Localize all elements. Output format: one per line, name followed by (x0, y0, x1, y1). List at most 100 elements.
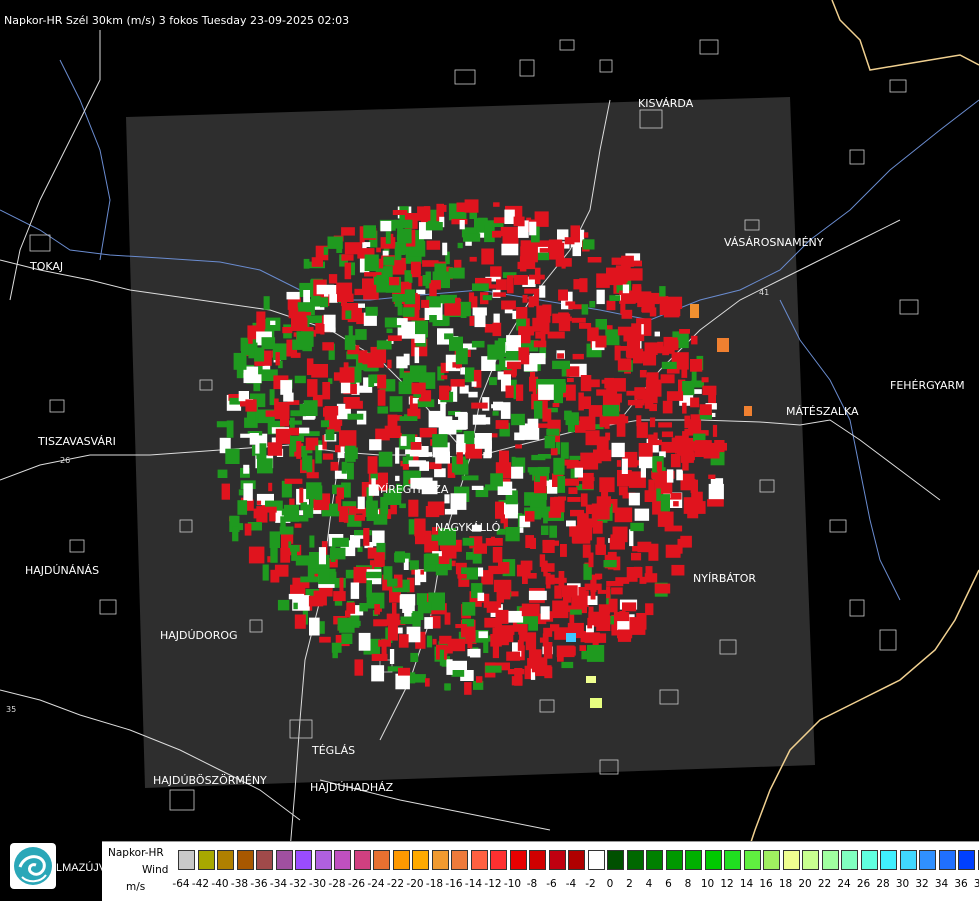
radar-echo (245, 399, 256, 411)
radar-echo (702, 377, 709, 382)
radar-echo (270, 531, 281, 548)
radar-echo (529, 591, 547, 600)
radar-echo (392, 603, 397, 616)
radar-echo (691, 414, 700, 422)
town-label: VÁSÁROSNAMÉNY (724, 236, 824, 249)
legend-tick-label: 8 (678, 878, 698, 890)
radar-echo (341, 633, 352, 644)
radar-echo (501, 301, 516, 310)
radar-echo (434, 264, 446, 278)
legend-tick-label: 10 (698, 878, 718, 890)
legend-tick-label: 20 (795, 878, 815, 890)
radar-echo (358, 350, 367, 363)
radar-echo (580, 645, 587, 651)
radar-echo (622, 310, 633, 319)
radar-echo (630, 523, 644, 531)
radar-echo (542, 409, 551, 422)
radar-echo (627, 342, 633, 359)
radar-echo (363, 225, 376, 238)
radar-echo (306, 482, 321, 499)
radar-echo (451, 493, 467, 510)
radar-echo (530, 353, 546, 364)
radar-echo (483, 295, 492, 300)
radar-echo (563, 589, 571, 603)
radar-echo (364, 242, 370, 247)
radar-echo (666, 545, 681, 558)
radar-echo (690, 359, 702, 372)
radar-echo (708, 475, 715, 479)
radar-echo (588, 257, 602, 263)
radar-echo (374, 604, 380, 614)
legend-tick-label: 26 (854, 878, 874, 890)
radar-echo (552, 601, 568, 619)
radar-echo (589, 607, 594, 615)
radar-echo (589, 405, 602, 417)
radar-echo (619, 486, 628, 495)
radar-echo (427, 241, 441, 250)
radar-echo (468, 392, 477, 398)
radar-echo (390, 649, 394, 664)
radar-echo (432, 434, 447, 447)
radar-echo (311, 364, 328, 378)
radar-echo (525, 511, 535, 521)
radar-echo (587, 645, 604, 662)
radar-echo (501, 227, 519, 232)
legend-tick-label: 24 (834, 878, 854, 890)
radar-echo (535, 332, 541, 339)
radar-echo (351, 583, 359, 599)
radar-echo (522, 604, 540, 617)
radar-echo (471, 403, 488, 409)
radar-echo (630, 617, 646, 635)
legend-tick-label: 6 (659, 878, 679, 890)
radar-echo (543, 628, 552, 637)
radar-echo (612, 443, 625, 457)
radar-echo (324, 287, 328, 297)
radar-echo (440, 205, 446, 212)
radar-echo (529, 222, 536, 236)
radar-echo (373, 619, 387, 626)
radar-echo (293, 603, 297, 610)
radar-echo (411, 442, 422, 450)
radar-echo (578, 587, 585, 600)
radar-echo (657, 342, 663, 354)
legend-swatch (685, 850, 702, 870)
legend-tick-label: 38 (971, 878, 979, 890)
radar-echo (426, 553, 439, 564)
radar-echo (530, 538, 536, 549)
radar-echo (604, 560, 617, 567)
radar-echo (440, 650, 444, 666)
town-label: HAJDÚBÖSZÖRMÉNY (153, 774, 267, 787)
radar-echo (615, 508, 633, 523)
legend-swatch (763, 850, 780, 870)
radar-echo (365, 255, 379, 272)
radar-echo (667, 391, 683, 401)
radar-echo (415, 570, 421, 586)
legend-swatch (315, 850, 332, 870)
radar-echo (333, 591, 346, 601)
radar-echo (320, 324, 324, 335)
radar-echo (579, 278, 587, 292)
legend-tick-label: -2 (581, 878, 601, 890)
radar-echo (582, 473, 594, 489)
radar-echo (514, 433, 524, 441)
radar-echo (507, 275, 514, 293)
legend-swatch (588, 850, 605, 870)
radar-echo (329, 504, 338, 513)
radar-echo (568, 487, 577, 494)
radar-echo (378, 390, 386, 406)
radar-echo (690, 501, 706, 514)
radar-echo (538, 385, 554, 400)
radar-echo (557, 353, 564, 358)
radar-echo (415, 334, 426, 343)
radar-echo (457, 452, 463, 464)
legend-swatch (529, 850, 546, 870)
radar-echo (684, 416, 690, 429)
radar-echo (501, 244, 518, 256)
radar-echo (395, 476, 399, 481)
echo-yellow (586, 676, 596, 683)
radar-echo (424, 617, 433, 629)
radar-echo (541, 606, 550, 619)
legend-tick-label: 12 (717, 878, 737, 890)
radar-echo (398, 305, 403, 316)
radar-echo (460, 220, 465, 229)
